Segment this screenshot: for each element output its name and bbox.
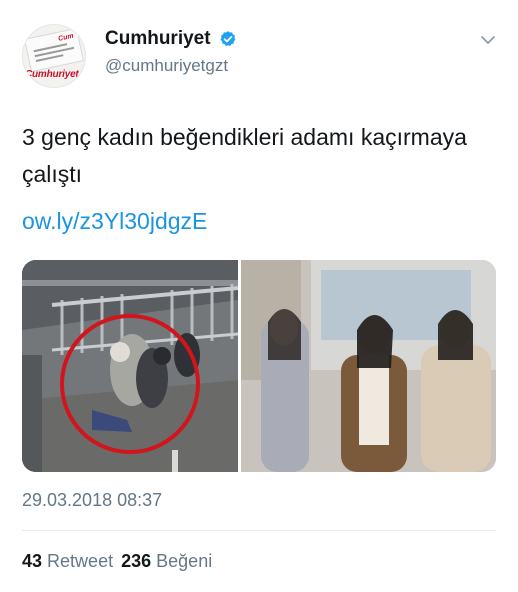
avatar-masthead: Cum: [57, 32, 75, 43]
retweet-count: 43: [22, 551, 43, 571]
tweet-header: Cum Cumhuriyet Cumhuriyet @cumhuriyetgzt: [22, 24, 502, 88]
verified-badge-icon: [220, 31, 236, 46]
display-name-row: Cumhuriyet: [105, 28, 237, 50]
tweet-text: 3 genç kadın beğendikleri adamı kaçırmay…: [22, 124, 467, 187]
avatar-logo: Cumhuriyet: [25, 69, 79, 80]
retweet-label: Retweet: [47, 551, 114, 571]
like-stat[interactable]: 236 Beğeni: [121, 551, 212, 571]
chevron-down-icon[interactable]: [480, 32, 496, 48]
avatar[interactable]: Cum Cumhuriyet: [22, 24, 86, 88]
tweet-timestamp[interactable]: 29.03.2018 08:37: [22, 490, 162, 511]
like-label: Beğeni: [156, 551, 213, 571]
like-count: 236: [121, 551, 152, 571]
display-name[interactable]: Cumhuriyet: [105, 28, 211, 50]
media-image-cctv[interactable]: [22, 260, 238, 472]
media-image-suspects[interactable]: [241, 260, 496, 472]
suspects-scene: [241, 260, 496, 472]
retweet-stat[interactable]: 43 Retweet: [22, 551, 113, 571]
newspaper-graphic: Cum: [24, 27, 84, 73]
user-handle[interactable]: @cumhuriyetgzt: [105, 56, 228, 76]
media-grid[interactable]: [22, 260, 496, 472]
tweet-link[interactable]: ow.ly/z3Yl30jdgzE: [22, 208, 207, 235]
divider: [22, 530, 496, 531]
tweet-stats: 43 Retweet 236 Beğeni: [22, 551, 212, 572]
cctv-scene: [22, 260, 238, 472]
